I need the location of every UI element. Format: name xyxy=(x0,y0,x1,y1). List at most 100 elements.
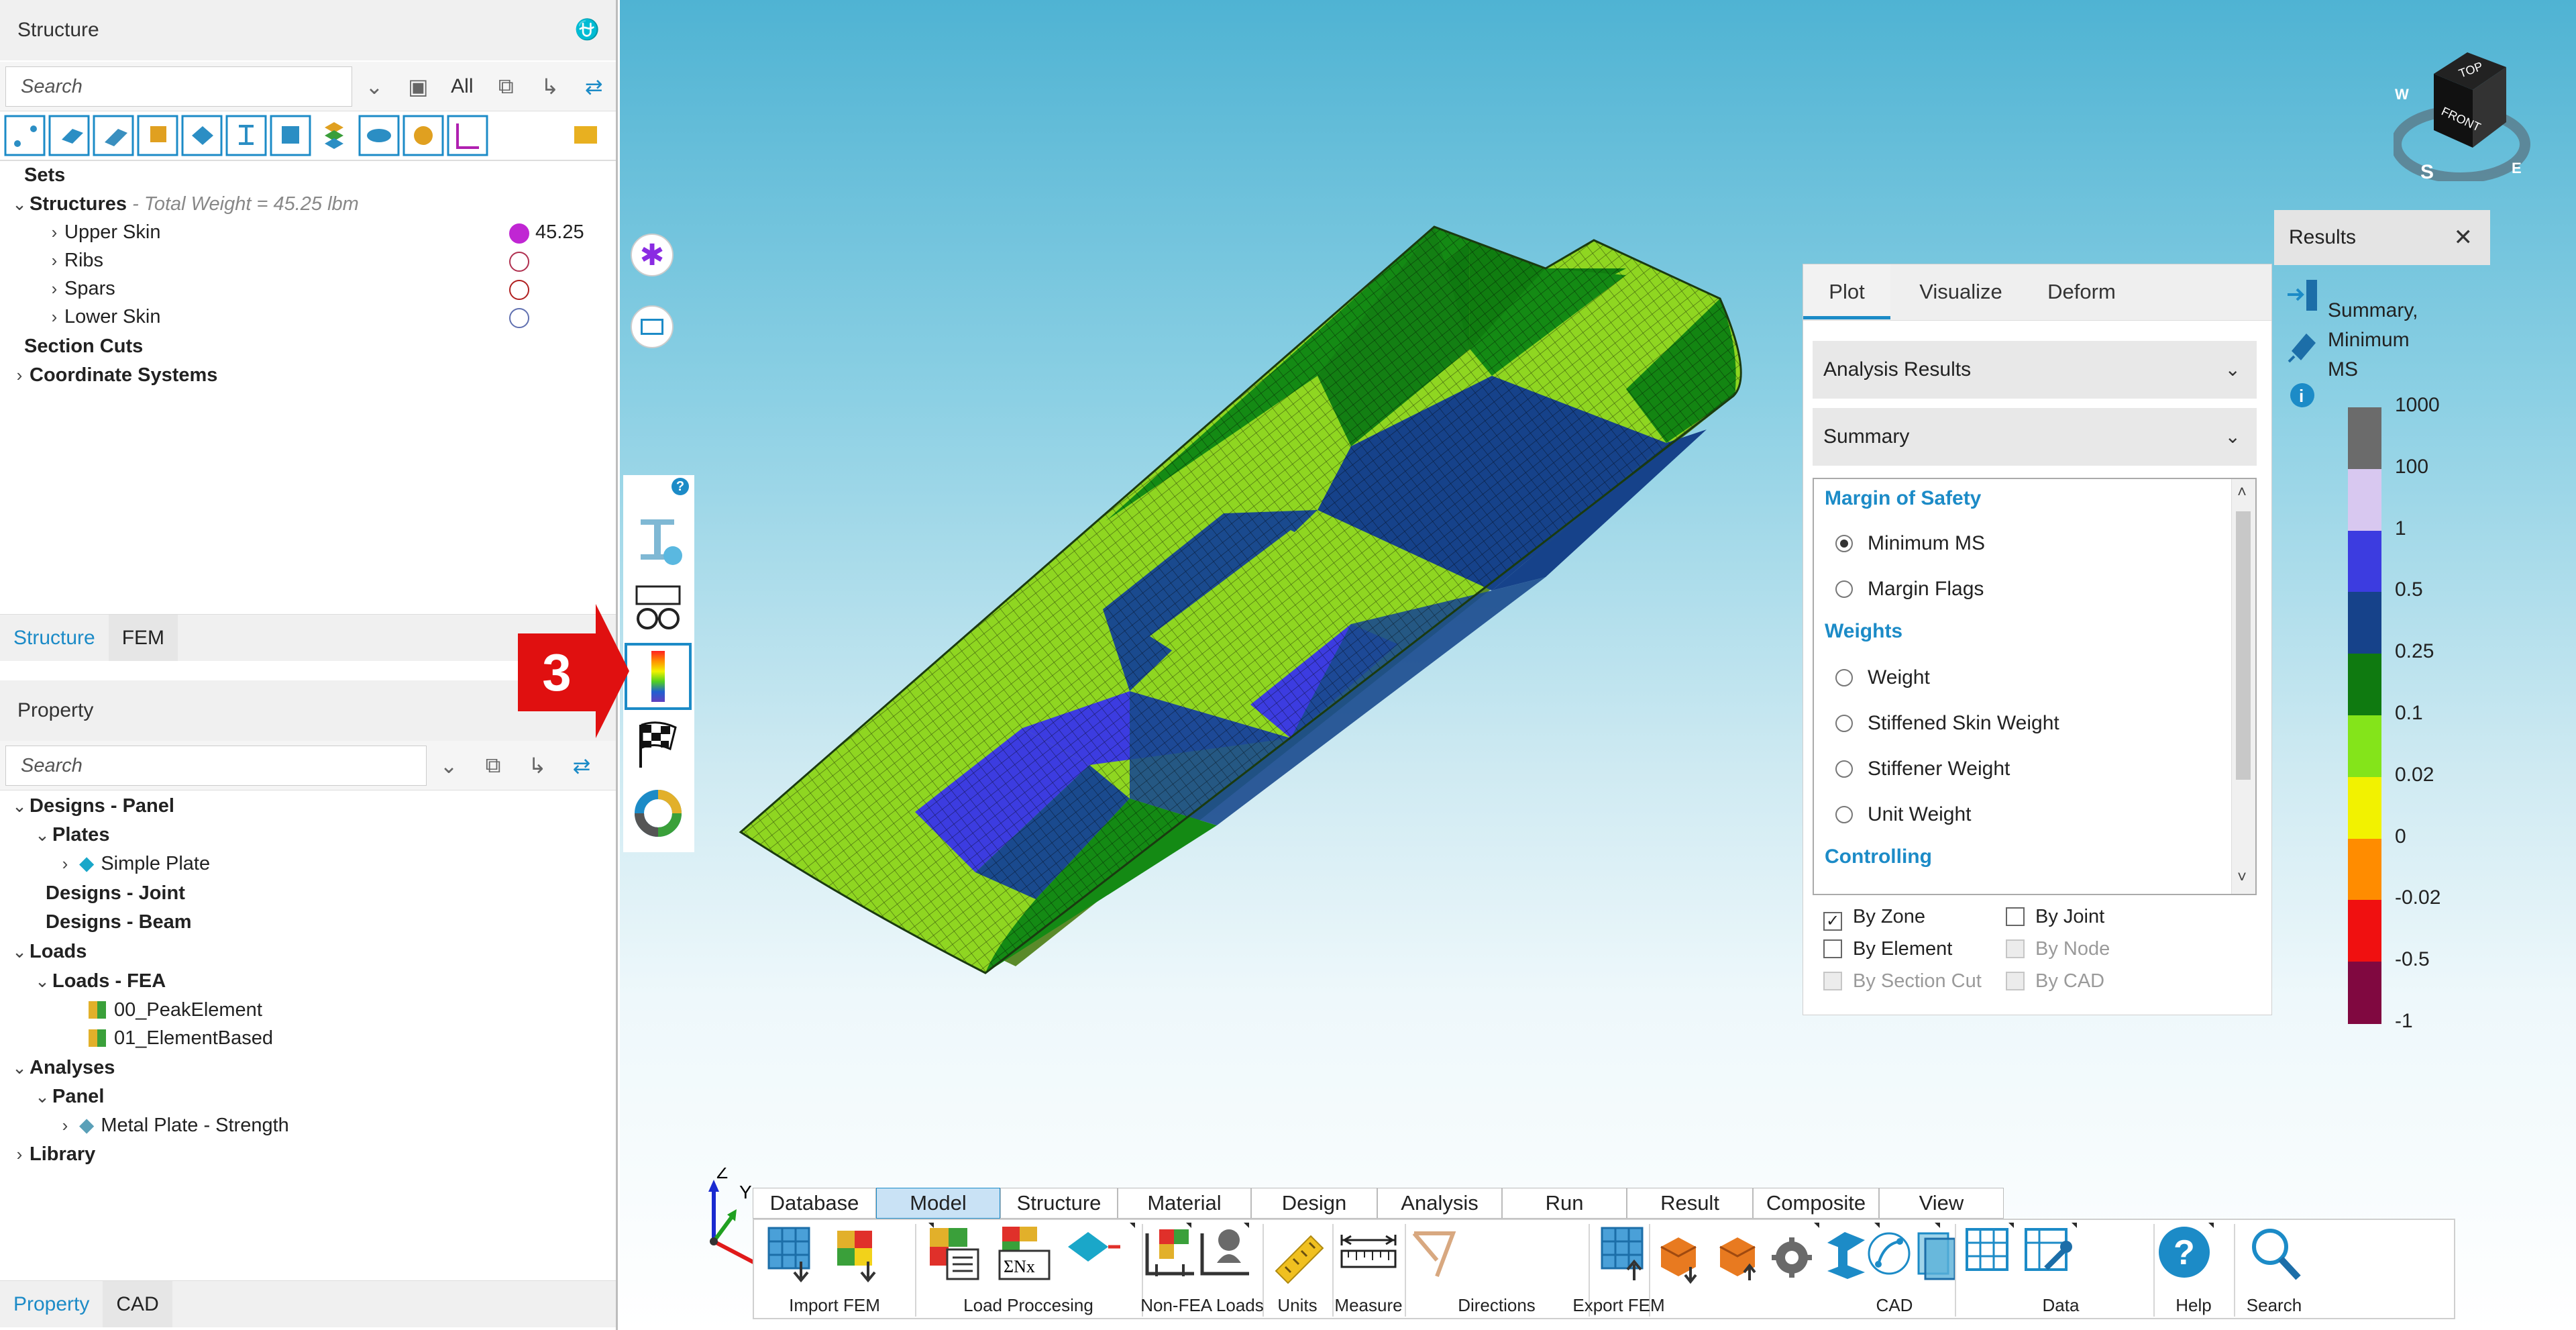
tree-item-lower-skin[interactable]: › Lower Skin xyxy=(44,303,594,331)
tree-item-loads-fea[interactable]: ⌄ Loads - FEA xyxy=(32,967,166,995)
checkbox-by-joint[interactable]: By Joint xyxy=(2006,903,2104,930)
tree-item-coordinate-systems[interactable]: › Coordinate Systems xyxy=(9,361,218,389)
tree-item-section-cuts[interactable]: Section Cuts xyxy=(24,332,143,360)
tree-item-analyses[interactable]: ⌄ Analyses xyxy=(9,1054,115,1082)
legend-swatch xyxy=(2348,962,2381,1024)
ribbon-tab-run[interactable]: Run xyxy=(1502,1188,1627,1219)
tree-item-library[interactable]: › Library xyxy=(9,1140,96,1168)
tree-item-simple-plate[interactable]: › ◆ Simple Plate xyxy=(55,850,210,878)
color-dot-icon[interactable] xyxy=(509,308,529,328)
chevron-right-icon[interactable]: › xyxy=(44,218,64,246)
chevron-down-icon[interactable]: ⌄ xyxy=(32,1082,52,1111)
tree-item-loads[interactable]: ⌄ Loads xyxy=(9,937,87,966)
chevron-right-icon[interactable]: › xyxy=(55,1111,75,1139)
tree-item-structures[interactable]: ⌄ Structures - Total Weight = 45.25 lbm xyxy=(9,190,359,218)
sync-icon[interactable]: ⇄ xyxy=(564,748,600,784)
import-grid-icon xyxy=(767,1227,810,1283)
tab-plot[interactable]: Plot xyxy=(1803,264,1890,319)
radio-stiffener-weight[interactable]: Stiffener Weight xyxy=(1835,756,2010,782)
chevron-right-icon[interactable]: › xyxy=(9,361,30,389)
chevron-down-icon[interactable]: ⌄ xyxy=(431,748,467,784)
ribbon-tab-analysis[interactable]: Analysis xyxy=(1377,1188,1502,1219)
radio-weight[interactable]: Weight xyxy=(1835,664,1930,691)
donut-chart-icon xyxy=(635,790,682,837)
tree-item-load-1[interactable]: 00_PeakElement xyxy=(89,996,262,1024)
close-icon[interactable]: ✕ xyxy=(2454,210,2473,265)
chevron-down-icon[interactable]: ⌄ xyxy=(9,1054,30,1082)
ribbon-tab-design[interactable]: Design xyxy=(1251,1188,1377,1219)
plate-icon: ◆ xyxy=(79,853,95,874)
color-dot-icon[interactable] xyxy=(509,223,529,244)
tab-deform[interactable]: Deform xyxy=(2031,264,2132,319)
tree-item-designs-joint[interactable]: Designs - Joint xyxy=(46,879,185,907)
cad-curve-icon xyxy=(1868,1232,1911,1275)
tab-visualize[interactable]: Visualize xyxy=(1911,264,2011,319)
tree-item-sets[interactable]: Sets xyxy=(24,161,65,189)
checkbox-by-element[interactable]: By Element xyxy=(1823,935,1952,962)
color-dot-icon[interactable] xyxy=(509,252,529,272)
tab-structure[interactable]: Structure xyxy=(0,615,109,661)
tree-item-metal-plate[interactable]: › ◆ Metal Plate - Strength xyxy=(55,1111,289,1139)
scrollbar[interactable]: ˄ ˅ xyxy=(2231,479,2255,894)
tree-item-upper-skin[interactable]: › Upper Skin 45.25 xyxy=(44,218,594,246)
chevron-right-icon[interactable]: › xyxy=(44,303,64,331)
collapse-all-icon[interactable]: ⧉ xyxy=(475,748,511,784)
tree-item-ribs[interactable]: › Ribs xyxy=(44,246,594,274)
tab-property[interactable]: Property xyxy=(0,1281,103,1327)
frame-button[interactable] xyxy=(631,305,674,348)
filter-all-button[interactable]: All xyxy=(444,68,480,105)
chevron-right-icon[interactable]: › xyxy=(44,274,64,303)
checkbox-by-zone[interactable]: ✓ By Zone xyxy=(1823,903,1925,931)
ribbon-tab-model[interactable]: Model xyxy=(876,1188,1000,1219)
tree-hierarchy-icon[interactable]: ↳ xyxy=(519,748,555,784)
collapse-all-icon[interactable]: ⧉ xyxy=(488,68,524,105)
chevron-right-icon[interactable]: › xyxy=(44,246,64,274)
beam-analysis-button[interactable] xyxy=(625,506,692,573)
tree-item-spars[interactable]: › Spars xyxy=(44,274,594,303)
color-dot-icon[interactable] xyxy=(509,280,529,300)
radio-margin-flags[interactable]: Margin Flags xyxy=(1835,576,1984,603)
structure-search-input[interactable]: Search xyxy=(5,66,353,107)
cube-filter-icon[interactable]: ▣ xyxy=(400,68,436,105)
sync-icon[interactable]: ⇄ xyxy=(576,68,612,105)
chevron-down-icon[interactable]: ⌄ xyxy=(32,967,52,995)
chevron-down-icon[interactable]: ⌄ xyxy=(32,821,52,849)
data-tools-icon xyxy=(2025,1228,2072,1271)
tree-item-designs-panel[interactable]: ⌄ Designs - Panel xyxy=(9,792,174,820)
ribbon-tab-result[interactable]: Result xyxy=(1627,1188,1753,1219)
tab-fem[interactable]: FEM xyxy=(108,615,178,661)
race-flag-button[interactable] xyxy=(625,711,692,778)
ribbon-tab-structure[interactable]: Structure xyxy=(1000,1188,1118,1219)
ribbon-tab-view[interactable]: View xyxy=(1879,1188,2004,1219)
chevron-right-icon[interactable]: › xyxy=(55,850,75,878)
results-legend-button[interactable] xyxy=(625,643,692,710)
chevron-down-icon[interactable]: ⌄ xyxy=(9,937,30,966)
result-type-dropdown[interactable]: Summary ⌄ xyxy=(1813,408,2257,466)
tab-cad[interactable]: CAD xyxy=(103,1281,172,1327)
tree-item-load-2[interactable]: 01_ElementBased xyxy=(89,1024,273,1052)
asterisk-button[interactable]: ✱ xyxy=(631,234,674,276)
pin-icon[interactable]: ⛎ xyxy=(575,0,600,60)
ribbon-tab-composite[interactable]: Composite xyxy=(1753,1188,1879,1219)
vertical-tool-strip: ? xyxy=(623,475,694,852)
chevron-right-icon[interactable]: › xyxy=(9,1140,30,1168)
radio-unit-weight[interactable]: Unit Weight xyxy=(1835,801,1972,828)
visualize-glasses-button[interactable] xyxy=(625,574,692,642)
chevron-down-icon[interactable]: ⌄ xyxy=(356,68,392,105)
tree-hierarchy-icon[interactable]: ↳ xyxy=(532,68,568,105)
tree-item-panel[interactable]: ⌄ Panel xyxy=(32,1082,104,1111)
tree-item-designs-beam[interactable]: Designs - Beam xyxy=(46,908,192,936)
view-cube[interactable]: TOP FRONT W S E xyxy=(2394,47,2534,181)
radio-stiffened-skin-weight[interactable]: Stiffened Skin Weight xyxy=(1835,710,2059,737)
ribbon-tab-database[interactable]: Database xyxy=(753,1188,876,1219)
help-icon[interactable]: ? xyxy=(672,478,689,495)
radio-minimum-ms[interactable]: Minimum MS xyxy=(1835,530,1985,557)
scrollbar-thumb[interactable] xyxy=(2236,511,2251,780)
tree-item-plates[interactable]: ⌄ Plates xyxy=(32,821,109,849)
chevron-down-icon[interactable]: ⌄ xyxy=(9,792,30,820)
ribbon-tab-material[interactable]: Material xyxy=(1118,1188,1251,1219)
results-source-dropdown[interactable]: Analysis Results ⌄ xyxy=(1813,341,2257,399)
property-search-input[interactable]: Search xyxy=(5,745,427,786)
chevron-down-icon[interactable]: ⌄ xyxy=(9,190,30,218)
donut-chart-button[interactable] xyxy=(625,780,692,847)
